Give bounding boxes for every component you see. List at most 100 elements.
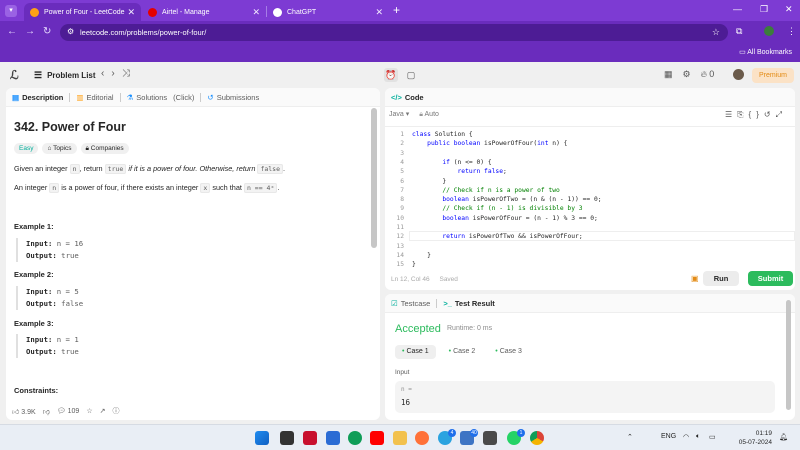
tab-test-result[interactable]: >_ Test Result — [443, 299, 494, 308]
tab-description[interactable]: ▤ Description — [12, 93, 63, 102]
like-button[interactable]: 👍︎ 3.9K — [12, 407, 36, 416]
address-bar[interactable]: ⚙ leetcode.com/problems/power-of-four/ ☆ — [60, 24, 728, 41]
leetcode-logo-icon[interactable]: ℒ — [10, 68, 22, 82]
close-window-icon[interactable]: ✕ — [785, 4, 793, 15]
close-tab-icon[interactable]: ✕ — [127, 7, 135, 18]
case-tab[interactable]: • Case 3 — [488, 345, 529, 359]
browser-tab-airtel[interactable]: Airtel - Manage ✕ — [142, 3, 266, 21]
code-line[interactable]: 2 public boolean isPowerOfFour(int n) { — [385, 140, 795, 149]
code-line[interactable]: 13 — [385, 243, 795, 252]
tab-submissions[interactable]: ↺ Submissions — [207, 93, 259, 102]
battery-icon[interactable]: ▭ — [709, 433, 716, 441]
code-line[interactable]: 8 boolean isPowerOfTwo = (n & (n - 1)) =… — [385, 196, 795, 205]
windows-start-icon[interactable] — [255, 431, 269, 445]
restore-icon[interactable]: ❐ — [760, 4, 768, 15]
fullscreen-icon[interactable]: ⤢ — [776, 110, 787, 119]
language-select[interactable]: Java ▾ — [389, 111, 409, 118]
next-problem-icon[interactable]: › — [111, 68, 121, 79]
code-line[interactable]: 6 } — [385, 178, 795, 187]
timer-icon[interactable]: ⏰ — [384, 68, 398, 82]
back-icon[interactable]: ← — [7, 26, 17, 37]
code-line[interactable]: 3 — [385, 150, 795, 159]
notes-icon[interactable]: ▢ — [404, 68, 418, 82]
premium-button[interactable]: Premium — [752, 68, 794, 83]
minimize-icon[interactable]: — — [733, 4, 742, 14]
task-view-icon[interactable] — [280, 431, 294, 445]
notifications-icon[interactable]: 🔔︎ — [779, 433, 788, 441]
code-line[interactable]: 4 if (n <= 0) { — [385, 159, 795, 168]
code-line[interactable]: 11 — [385, 224, 795, 233]
problem-list-button[interactable]: ☰ Problem List — [34, 70, 96, 81]
settings-gear-icon[interactable]: ⚙ — [683, 69, 691, 80]
favorite-star-icon[interactable]: ☆ — [86, 407, 92, 415]
tray-overflow-icon[interactable]: ⌃ — [627, 433, 633, 441]
tab-divider — [436, 298, 438, 308]
format-icon[interactable]: ☰ — [725, 110, 737, 119]
companies-chip[interactable]: 🔒︎ Companies — [80, 143, 129, 154]
bookmark-star-icon[interactable]: ☆ — [712, 27, 720, 38]
comments-button[interactable]: 💬︎ 109 — [57, 407, 80, 415]
system-clock[interactable]: 01:19 05-07-2024 — [739, 429, 772, 447]
file-explorer-icon[interactable] — [393, 431, 407, 445]
editor-status: Ln 12, Col 46 Saved — [391, 276, 466, 283]
code-line[interactable]: 1 class Solution { — [385, 131, 795, 140]
browser-tab-leetcode[interactable]: Power of Four - LeetCode ✕ — [24, 3, 141, 21]
extensions-icon[interactable]: ⧉ — [736, 26, 742, 37]
youtube-icon[interactable] — [370, 431, 384, 445]
prev-problem-icon[interactable]: ‹ — [101, 68, 111, 79]
browser-tab-chatgpt[interactable]: ChatGPT ✕ — [267, 3, 389, 21]
run-button[interactable]: Run — [703, 271, 739, 286]
code-line[interactable]: 14 } — [385, 252, 795, 261]
dislike-button[interactable]: 👎︎ — [43, 407, 50, 416]
all-bookmarks-button[interactable]: ▭ All Bookmarks — [739, 48, 792, 56]
description-scrollbar[interactable] — [371, 108, 377, 248]
word-icon[interactable] — [326, 431, 340, 445]
app-icon[interactable] — [483, 431, 497, 445]
chrome-menu-icon[interactable]: ⋮ — [787, 26, 796, 37]
case-tab[interactable]: • Case 1 — [395, 345, 436, 359]
user-avatar[interactable] — [733, 69, 744, 80]
result-scrollbar[interactable] — [786, 300, 791, 410]
close-tab-icon[interactable]: ✕ — [375, 7, 383, 18]
language-indicator[interactable]: ENG — [661, 433, 676, 440]
close-tab-icon[interactable]: ✕ — [252, 7, 260, 18]
note-icon[interactable]: ▣ — [691, 274, 699, 283]
reset-icon[interactable]: ↺ — [764, 110, 776, 119]
code-line[interactable]: 10 boolean isPowerOfFour = (n - 1) % 3 =… — [385, 215, 795, 224]
shuffle-icon[interactable]: ⤨ — [122, 68, 137, 79]
click-hint[interactable]: (Click) — [173, 93, 194, 102]
edge-icon[interactable] — [348, 431, 362, 445]
layout-icon[interactable]: ▦ — [664, 69, 673, 80]
code-tab-label[interactable]: Code — [405, 93, 424, 102]
tab-editorial[interactable]: ▥ Editorial — [76, 93, 113, 102]
volume-icon[interactable]: 🔈︎ — [696, 433, 700, 441]
streak-fire-icon[interactable]: 🔥︎ 0 — [701, 69, 715, 80]
new-tab-icon[interactable]: + — [393, 3, 400, 17]
code-line[interactable]: 9 // Check if (n - 1) is divisible by 3 — [385, 205, 795, 214]
share-icon[interactable]: ↗ — [100, 407, 106, 415]
tab-testcase[interactable]: ☑ Testcase — [391, 299, 430, 308]
profile-avatar[interactable] — [764, 26, 774, 36]
site-info-icon[interactable]: ⚙ — [67, 27, 74, 36]
help-icon[interactable]: ⓘ — [112, 406, 119, 416]
code-line[interactable]: 7 // Check if n is a power of two — [385, 187, 795, 196]
code-line[interactable]: 15} — [385, 261, 795, 270]
firefox-icon[interactable] — [415, 431, 429, 445]
acrobat-icon[interactable] — [303, 431, 317, 445]
submit-button[interactable]: Submit — [748, 271, 793, 286]
auto-mode-label[interactable]: Auto — [425, 111, 439, 118]
case-tab[interactable]: • Case 2 — [442, 345, 483, 359]
topics-chip[interactable]: ⌂ Topics — [42, 143, 77, 154]
tab-solutions[interactable]: ⚗ Solutions — [127, 93, 168, 102]
code-text: } — [412, 261, 416, 269]
code-line[interactable]: 12 return isPowerOfTwo && isPowerOfFour; — [385, 233, 795, 242]
reload-icon[interactable]: ↻ — [43, 26, 51, 37]
braces-icon[interactable]: {} — [749, 110, 764, 119]
chrome-icon[interactable] — [530, 431, 544, 445]
tab-search-icon[interactable]: ▾ — [5, 5, 17, 17]
code-line[interactable]: 5 return false; — [385, 168, 795, 177]
bookmark-icon[interactable]: ⎘ — [737, 110, 748, 119]
forward-icon[interactable]: → — [25, 26, 35, 37]
code-editor[interactable]: 1 class Solution {2 public boolean isPowe… — [385, 126, 795, 268]
wifi-icon[interactable]: ◠ — [683, 433, 689, 441]
